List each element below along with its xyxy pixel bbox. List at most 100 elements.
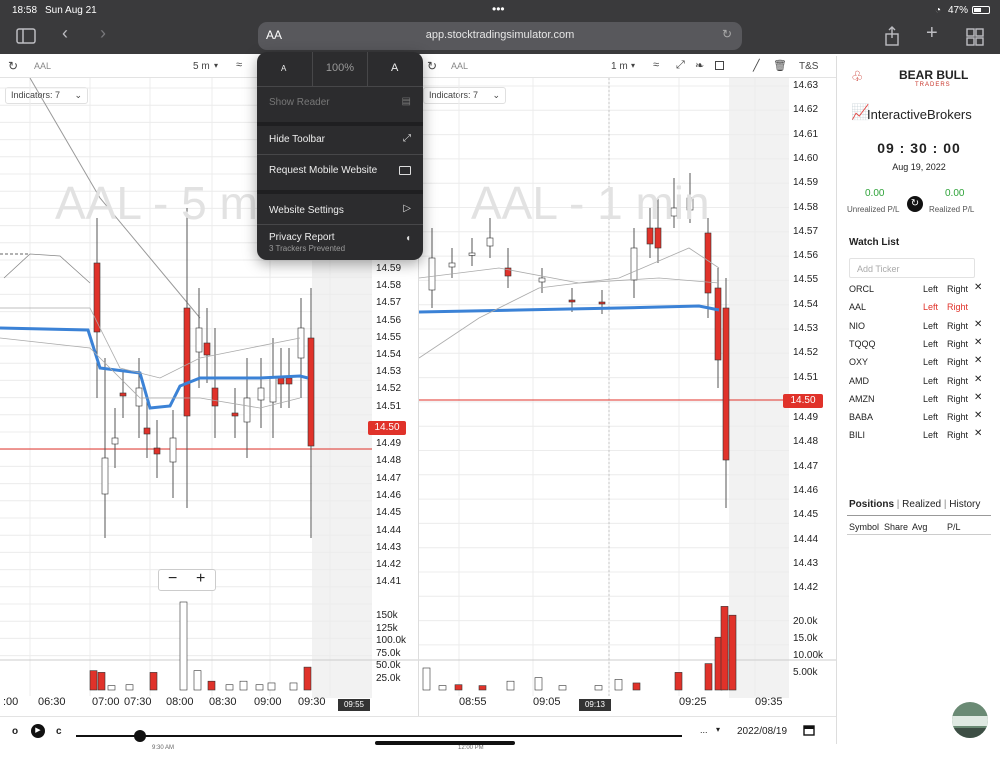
playback-track[interactable] xyxy=(76,735,682,737)
watchlist-row-amzn[interactable]: AMZN Left Right ✕ xyxy=(849,391,989,409)
watchlist-left-button[interactable]: Left xyxy=(923,284,938,294)
draw-line-icon[interactable]: ╱ xyxy=(753,59,760,72)
tab-history[interactable]: History xyxy=(949,499,980,510)
watchlist-row-orcl[interactable]: ORCL Left Right ✕ xyxy=(849,281,989,299)
home-indicator[interactable] xyxy=(375,741,515,745)
fullscreen-icon[interactable]: ⤢ xyxy=(676,59,685,72)
remove-icon[interactable]: ✕ xyxy=(974,428,982,439)
candle-body xyxy=(285,377,293,385)
tab-positions[interactable]: Positions xyxy=(849,499,894,510)
watchlist-right-button[interactable]: Right xyxy=(947,321,968,331)
right-chart-toolbar: ↻ AAL 1 m ▾ ≈ ⤢ ❧ ╱ 🗑 T&S xyxy=(419,56,837,78)
playback-c-button[interactable]: c xyxy=(56,726,62,737)
watchlist-left-button[interactable]: Left xyxy=(923,321,938,331)
watchlist-right-button[interactable]: Right xyxy=(947,302,968,312)
watchlist-ticker[interactable]: BABA xyxy=(849,412,873,422)
watchlist-right-button[interactable]: Right xyxy=(947,376,968,386)
watchlist-row-oxy[interactable]: OXY Left Right ✕ xyxy=(849,354,989,372)
watchlist-right-button[interactable]: Right xyxy=(947,430,968,440)
watchlist-left-button[interactable]: Left xyxy=(923,412,938,422)
left-interval[interactable]: 5 m xyxy=(193,61,210,72)
remove-icon[interactable]: ✕ xyxy=(974,282,982,293)
watchlist-row-tqqq[interactable]: TQQQ Left Right ✕ xyxy=(849,336,989,354)
watchlist-left-button[interactable]: Left xyxy=(923,339,938,349)
remove-icon[interactable]: ✕ xyxy=(974,392,982,403)
playback-thumb[interactable] xyxy=(134,730,146,742)
watchlist-ticker[interactable]: TQQQ xyxy=(849,339,876,349)
watchlist-ticker[interactable]: ORCL xyxy=(849,284,874,294)
left-price-label: 14.48 xyxy=(376,455,402,467)
watchlist-row-nio[interactable]: NIO Left Right ✕ xyxy=(849,318,989,336)
time-sales-button[interactable]: T&S xyxy=(799,61,818,72)
indicator-icon[interactable]: ≈ xyxy=(653,59,659,71)
watchlist-ticker[interactable]: AMD xyxy=(849,376,869,386)
watchlist-right-button[interactable]: Right xyxy=(947,412,968,422)
watchlist-row-baba[interactable]: BABA Left Right ✕ xyxy=(849,409,989,427)
right-price-label: 14.46 xyxy=(793,484,819,496)
watchlist-left-button[interactable]: Left xyxy=(923,430,938,440)
refresh-icon[interactable]: ↻ xyxy=(8,59,18,73)
remove-icon[interactable]: ✕ xyxy=(974,410,982,421)
twitter-icon[interactable]: ❧ xyxy=(695,59,704,72)
show-reader-item[interactable]: Show Reader ▤ xyxy=(257,86,423,118)
share-icon[interactable] xyxy=(884,26,900,46)
address-bar[interactable]: AA app.stocktradingsimulator.com ↻ xyxy=(258,22,742,50)
zoom-out-button[interactable]: − xyxy=(168,570,177,588)
new-tab-icon[interactable]: + xyxy=(926,22,938,45)
left-volume-label: 150k xyxy=(376,610,398,621)
sidebar-icon[interactable] xyxy=(16,28,36,44)
tab-realized[interactable]: Realized xyxy=(902,499,941,510)
watchlist-right-button[interactable]: Right xyxy=(947,339,968,349)
play-icon[interactable]: ▶ xyxy=(31,724,45,738)
watchlist-ticker[interactable]: NIO xyxy=(849,321,865,331)
remove-icon[interactable]: ✕ xyxy=(974,355,982,366)
watchlist-row-aal[interactable]: AAL Left Right xyxy=(849,299,989,317)
square-icon[interactable] xyxy=(715,61,724,70)
reload-icon[interactable]: ↻ xyxy=(722,27,732,41)
watchlist-left-button[interactable]: Left xyxy=(923,302,938,312)
left-price-label: 14.56 xyxy=(376,314,402,326)
remove-icon[interactable]: ✕ xyxy=(974,374,982,385)
watchlist-right-button[interactable]: Right xyxy=(947,284,968,294)
forward-icon[interactable]: › xyxy=(100,23,106,44)
watchlist-row-bili[interactable]: BILI Left Right ✕ xyxy=(849,427,989,445)
website-settings-item[interactable]: Website Settings ▷ xyxy=(257,190,423,224)
add-ticker-input[interactable]: Add Ticker xyxy=(849,258,975,278)
right-interval[interactable]: 1 m xyxy=(611,61,628,72)
calendar-icon[interactable] xyxy=(803,724,815,736)
zoom-in-button[interactable]: + xyxy=(196,570,205,588)
refresh-icon[interactable]: ↻ xyxy=(427,59,437,73)
watchlist-left-button[interactable]: Left xyxy=(923,376,938,386)
more-options[interactable]: ... xyxy=(700,725,708,735)
back-icon[interactable]: ‹ xyxy=(62,23,68,44)
indicator-icon[interactable]: ≈ xyxy=(236,59,242,71)
request-mobile-item[interactable]: Request Mobile Website xyxy=(257,154,423,186)
watchlist-ticker[interactable]: BILI xyxy=(849,430,865,440)
watchlist-ticker[interactable]: AAL xyxy=(849,302,866,312)
watchlist-left-button[interactable]: Left xyxy=(923,357,938,367)
playback-date[interactable]: 2022/08/19 xyxy=(737,726,787,737)
multitask-dots[interactable]: ••• xyxy=(492,2,505,16)
reset-icon[interactable]: ↻ xyxy=(907,196,923,212)
playback-o-button[interactable]: o xyxy=(12,726,18,737)
tabs-icon[interactable] xyxy=(966,28,984,46)
watchlist-ticker[interactable]: AMZN xyxy=(849,394,875,404)
watchlist-ticker[interactable]: OXY xyxy=(849,357,868,367)
privacy-report-item[interactable]: Privacy Report 3 Trackers Prevented ◖ xyxy=(257,224,423,260)
watchlist-left-button[interactable]: Left xyxy=(923,394,938,404)
right-time-label: 09:05 xyxy=(533,696,561,708)
trash-icon[interactable]: 🗑 xyxy=(773,59,787,72)
watchlist-right-button[interactable]: Right xyxy=(947,357,968,367)
left-price-label: 14.44 xyxy=(376,524,402,536)
remove-icon[interactable]: ✕ xyxy=(974,319,982,330)
floating-thumbnail[interactable] xyxy=(950,700,990,740)
caret-down-icon[interactable]: ▾ xyxy=(716,725,720,734)
watchlist-right-button[interactable]: Right xyxy=(947,394,968,404)
left-symbol[interactable]: AAL xyxy=(34,61,51,71)
larger-text-button[interactable]: A xyxy=(391,62,398,74)
smaller-text-button[interactable]: A xyxy=(281,64,286,73)
right-symbol[interactable]: AAL xyxy=(451,61,468,71)
remove-icon[interactable]: ✕ xyxy=(974,337,982,348)
watchlist-row-amd[interactable]: AMD Left Right ✕ xyxy=(849,373,989,391)
hide-toolbar-item[interactable]: Hide Toolbar ⤢ xyxy=(257,122,423,154)
